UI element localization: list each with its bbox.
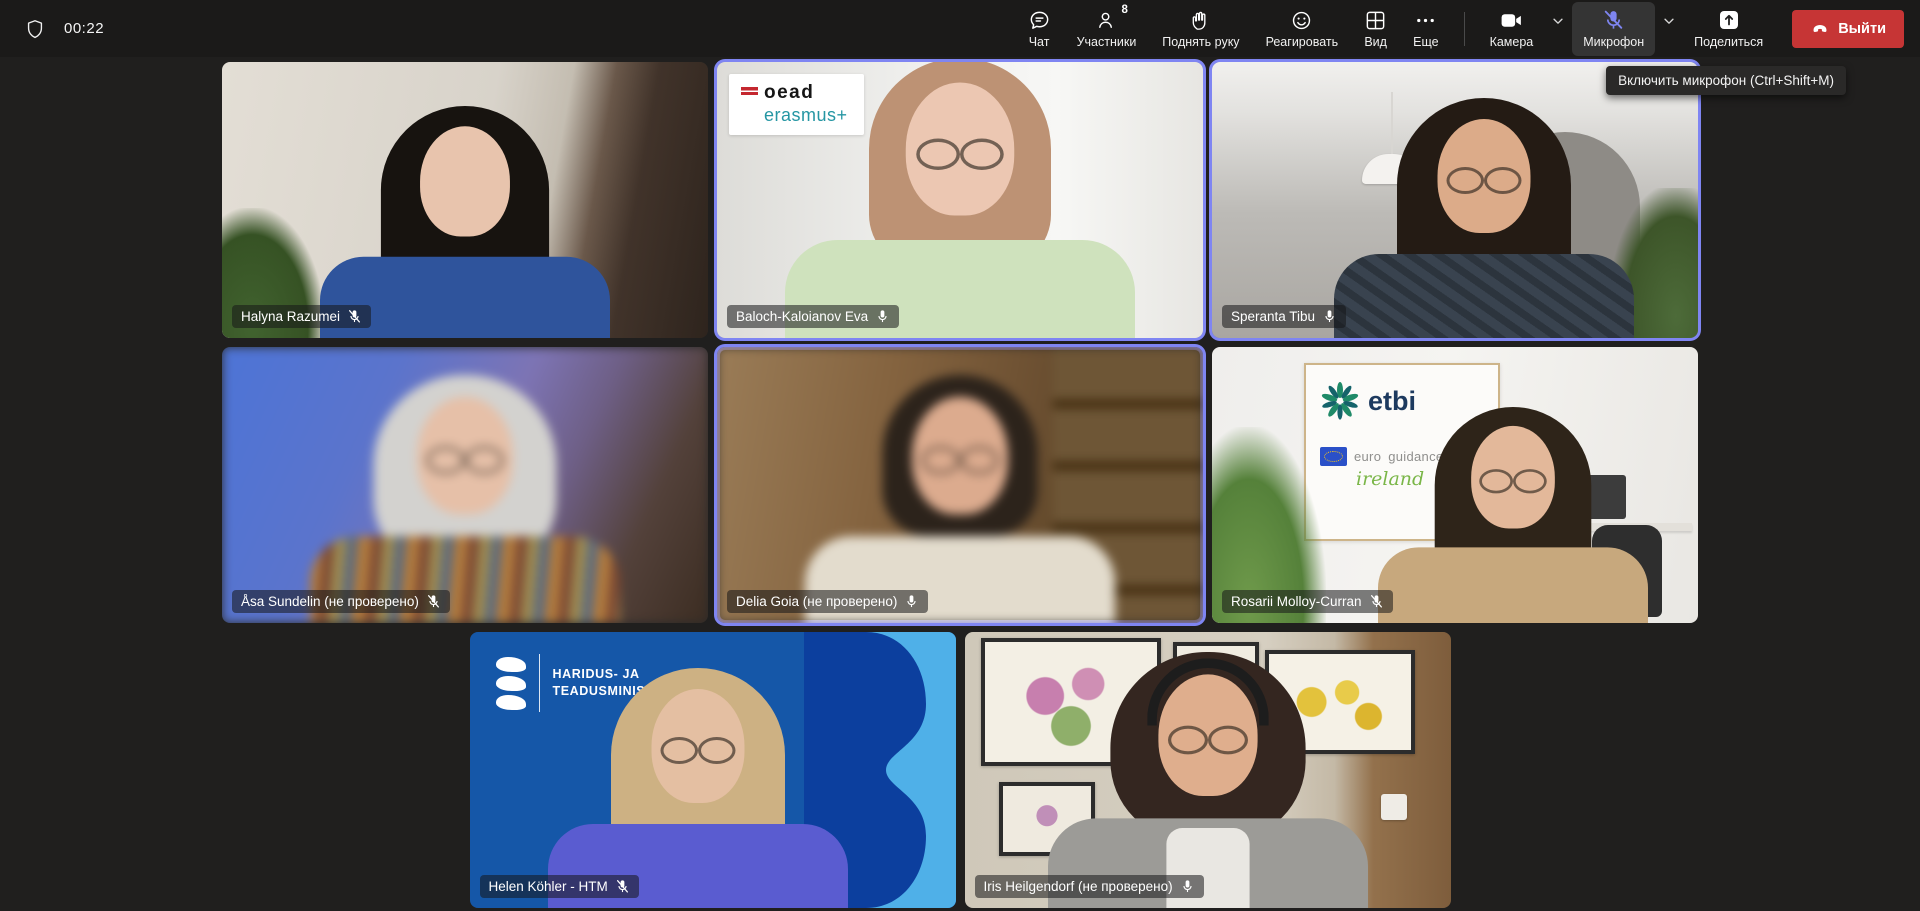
grid-row-1: Halyna Razumei oead erasmus+ Baloch- <box>222 62 1698 338</box>
chat-button[interactable]: Чат <box>1017 2 1062 56</box>
chat-button-label: Чат <box>1029 35 1050 49</box>
austria-flag-icon <box>741 87 758 98</box>
participant-name-label: Rosarii Molloy-Curran <box>1222 590 1393 613</box>
camera-icon <box>1499 8 1524 32</box>
mic-muted-icon <box>347 309 362 324</box>
raise-hand-button[interactable]: Поднять руку <box>1151 2 1250 56</box>
participants-button[interactable]: 8 Участники <box>1066 2 1148 56</box>
participant-name-label: Baloch-Kaloianov Eva <box>727 305 899 328</box>
share-button[interactable]: Поделиться <box>1683 2 1774 56</box>
raise-hand-icon <box>1189 8 1212 32</box>
leave-button[interactable]: Выйти <box>1792 10 1904 48</box>
video-grid: Halyna Razumei oead erasmus+ Baloch- <box>0 57 1920 911</box>
raise-hand-button-label: Поднять руку <box>1162 35 1239 49</box>
more-ellipsis-icon <box>1414 8 1437 32</box>
erasmus-logo-text: erasmus+ <box>764 106 848 125</box>
toolbar-divider <box>1464 12 1465 46</box>
participant-name: Iris Heilgendorf (не проверено) <box>984 879 1173 894</box>
participant-figure <box>1312 98 1657 338</box>
toolbar-buttons: Чат 8 Участники Поднять руку Реаги <box>1017 2 1904 56</box>
meeting-toolbar: 00:22 Чат 8 Участники Поднять <box>0 0 1920 57</box>
mic-button-label: Микрофон <box>1583 35 1644 49</box>
participant-name: Baloch-Kaloianov Eva <box>736 309 868 324</box>
participant-name-label: Helen Köhler - HTM <box>480 875 639 898</box>
share-button-label: Поделиться <box>1694 35 1763 49</box>
video-tile-baloch-kaloianov-eva[interactable]: oead erasmus+ Baloch-Kaloianov Eva <box>717 62 1203 338</box>
video-preview <box>1212 62 1698 338</box>
camera-button[interactable]: Камера <box>1479 2 1545 56</box>
react-smiley-icon <box>1290 8 1313 32</box>
participant-name-label: Delia Goia (не проверено) <box>727 590 928 613</box>
participants-icon: 8 <box>1095 8 1118 32</box>
video-tile-halyna-razumei[interactable]: Halyna Razumei <box>222 62 708 338</box>
video-tile-asa-sundelin[interactable]: Åsa Sundelin (не проверено) <box>222 347 708 623</box>
participant-figure <box>1024 652 1392 908</box>
video-tile-helen-kohler[interactable]: HARIDUS- JA TEADUSMINISTEERIUM Helen Köh… <box>470 632 956 908</box>
chat-icon <box>1028 8 1051 32</box>
participant-name: Åsa Sundelin (не проверено) <box>241 594 419 609</box>
participant-name: Delia Goia (не проверено) <box>736 594 897 609</box>
grid-row-3: HARIDUS- JA TEADUSMINISTEERIUM Helen Köh… <box>470 632 1451 908</box>
video-tile-speranta-tibu[interactable]: Speranta Tibu <box>1212 62 1698 338</box>
meeting-window: 00:22 Чат 8 Участники Поднять <box>0 0 1920 911</box>
video-preview: etbi euro guidance ireland <box>1212 347 1698 623</box>
mic-muted-toolbar-icon <box>1601 8 1626 32</box>
participant-figure <box>298 106 632 338</box>
video-preview <box>965 632 1451 908</box>
participant-figure <box>1358 407 1669 623</box>
more-button[interactable]: Еще <box>1402 2 1449 56</box>
video-tile-rosarii-molloy-curran[interactable]: etbi euro guidance ireland <box>1212 347 1698 623</box>
shield-icon <box>24 18 46 40</box>
leave-button-label: Выйти <box>1838 21 1886 37</box>
view-button-label: Вид <box>1364 35 1387 49</box>
camera-button-label: Камера <box>1490 35 1534 49</box>
estonia-lions-icon <box>496 657 526 710</box>
participant-name-label: Speranta Tibu <box>1222 305 1346 328</box>
mic-options-chevron-icon[interactable] <box>1659 0 1679 48</box>
react-button-label: Реагировать <box>1266 35 1339 49</box>
view-grid-icon <box>1364 8 1387 32</box>
oead-logo-text: oead <box>764 83 814 103</box>
video-preview: HARIDUS- JA TEADUSMINISTEERIUM <box>470 632 956 908</box>
participant-figure <box>525 668 870 908</box>
share-icon <box>1717 8 1741 32</box>
video-preview <box>222 62 708 338</box>
participant-name: Helen Köhler - HTM <box>489 879 608 894</box>
video-tile-iris-heilgendorf[interactable]: Iris Heilgendorf (не проверено) <box>965 632 1451 908</box>
meeting-status: 00:22 <box>24 18 104 40</box>
participant-name: Halyna Razumei <box>241 309 340 324</box>
mic-muted-icon <box>426 594 441 609</box>
participant-figure <box>287 375 644 623</box>
participant-name: Speranta Tibu <box>1231 309 1315 324</box>
mic-on-icon <box>875 309 890 324</box>
view-button[interactable]: Вид <box>1353 2 1398 56</box>
participant-name: Rosarii Molloy-Curran <box>1231 594 1362 609</box>
video-tile-delia-goia[interactable]: Delia Goia (не проверено) <box>717 347 1203 623</box>
mic-on-icon <box>904 594 919 609</box>
mic-button[interactable]: Микрофон <box>1572 2 1655 56</box>
participants-button-label: Участники <box>1077 35 1137 49</box>
oead-erasmus-logo: oead erasmus+ <box>729 74 864 135</box>
react-button[interactable]: Реагировать <box>1255 2 1350 56</box>
camera-options-chevron-icon[interactable] <box>1548 0 1568 48</box>
participant-name-label: Halyna Razumei <box>232 305 371 328</box>
grid-row-2: Åsa Sundelin (не проверено) Delia Goia (… <box>222 347 1698 623</box>
mic-muted-icon <box>1369 594 1384 609</box>
video-preview <box>717 347 1203 623</box>
mic-on-icon <box>1322 309 1337 324</box>
mic-muted-icon <box>615 879 630 894</box>
video-preview <box>222 347 708 623</box>
mic-tooltip: Включить микрофон (Ctrl+Shift+M) <box>1606 66 1846 95</box>
participants-count-badge: 8 <box>1122 4 1128 16</box>
participant-name-label: Åsa Sundelin (не проверено) <box>232 590 450 613</box>
etbi-swirl-icon <box>1320 381 1360 421</box>
more-button-label: Еще <box>1413 35 1438 49</box>
video-preview: oead erasmus+ <box>717 62 1203 338</box>
hang-up-icon <box>1810 19 1830 39</box>
participant-name-label: Iris Heilgendorf (не проверено) <box>975 875 1204 898</box>
mic-on-icon <box>1180 879 1195 894</box>
meeting-timer: 00:22 <box>64 20 104 37</box>
participant-figure <box>782 375 1139 623</box>
